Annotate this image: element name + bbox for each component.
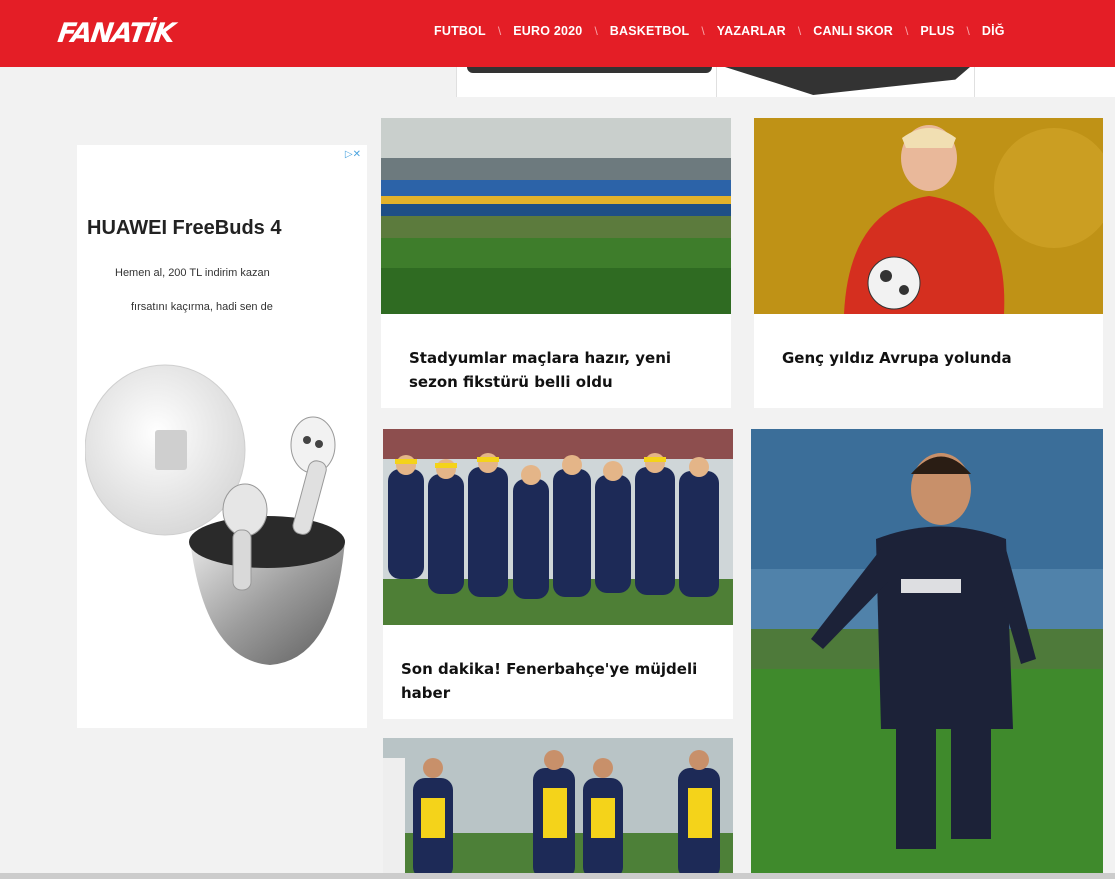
product-image[interactable]: [725, 67, 970, 95]
news-card-title[interactable]: Stadyumlar maçlara hazır, yeni sezon fik…: [409, 346, 709, 394]
advertisement-banner[interactable]: ▷✕ HUAWEI FreeBuds 4 Hemen al, 200 TL in…: [77, 145, 367, 728]
nav-canli-skor[interactable]: CANLI SKOR: [813, 24, 893, 38]
nav-yazarlar[interactable]: YAZARLAR: [717, 24, 786, 38]
news-card[interactable]: [383, 738, 733, 879]
news-card[interactable]: Stadyumlar maçlara hazır, yeni sezon fik…: [381, 118, 731, 408]
player-photo: [751, 429, 1103, 879]
nav-separator: \: [905, 24, 909, 38]
nav-plus[interactable]: PLUS: [920, 24, 954, 38]
nav-euro-2020[interactable]: EURO 2020: [513, 24, 582, 38]
news-card-title[interactable]: Genç yıldız Avrupa yolunda: [782, 346, 1081, 370]
news-card[interactable]: Genç yıldız Avrupa yolunda: [754, 118, 1103, 408]
top-navbar: FANATİK FUTBOL \ EURO 2020 \ BASKETBOL \…: [0, 0, 1115, 67]
product-image[interactable]: [467, 67, 712, 73]
divider: [974, 67, 975, 97]
news-card[interactable]: [751, 429, 1103, 879]
scrollbar-track[interactable]: [0, 873, 1115, 879]
earbuds-product-image: [85, 364, 345, 665]
ad-subtitle: fırsatını kaçırma, hadi sen de: [131, 301, 273, 313]
player-photo: [754, 118, 1103, 314]
nav-separator: \: [797, 24, 802, 38]
nav-separator: \: [497, 24, 502, 38]
site-logo[interactable]: FANATİK: [56, 18, 176, 49]
news-card[interactable]: Son dakika! Fenerbahçe'ye müjdeli haber: [383, 429, 733, 719]
nav-futbol[interactable]: FUTBOL: [434, 24, 486, 38]
ad-title: HUAWEI FreeBuds 4: [87, 217, 282, 239]
ad-choices-icon[interactable]: ▷✕: [345, 149, 361, 160]
main-nav: FUTBOL \ EURO 2020 \ BASKETBOL \ YAZARLA…: [434, 24, 1005, 38]
divider: [716, 67, 717, 97]
match-photo: [383, 738, 733, 879]
nav-separator: \: [594, 24, 598, 38]
nav-basketbol[interactable]: BASKETBOL: [610, 24, 690, 38]
stadium-photo: [381, 118, 731, 314]
nav-separator: \: [701, 24, 705, 38]
nav-diger[interactable]: DİĞ: [982, 24, 1005, 38]
news-card-title[interactable]: Son dakika! Fenerbahçe'ye müjdeli haber: [401, 657, 711, 705]
nav-separator: \: [966, 24, 970, 38]
ad-subtitle: Hemen al, 200 TL indirim kazan: [115, 267, 270, 279]
product-strip: [456, 67, 1115, 97]
team-training-photo: [383, 429, 733, 625]
